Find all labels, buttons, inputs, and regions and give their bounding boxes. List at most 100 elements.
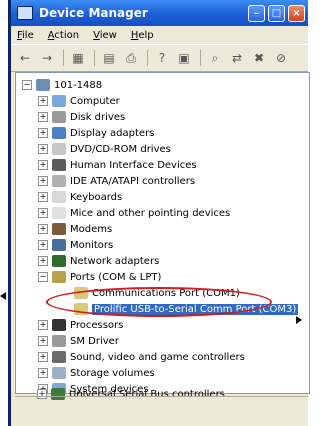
expand-icon[interactable]: +: [38, 240, 48, 250]
dvd-drive-icon: [52, 143, 66, 155]
expand-icon[interactable]: +: [38, 256, 48, 266]
keyboard-icon: [52, 191, 66, 203]
tree-child-selected[interactable]: Prolific USB-to-Serial Comm Port (COM3): [74, 301, 299, 317]
tree-node-label: Modems: [70, 223, 113, 235]
mouse-icon: [52, 207, 66, 219]
back-icon[interactable]: ←: [17, 50, 33, 66]
tree-node-label: Ports (COM & LPT): [70, 271, 162, 283]
expand-icon[interactable]: +: [38, 224, 48, 234]
toolbar-separator: [63, 50, 64, 66]
tree-node[interactable]: + Modems: [38, 221, 112, 237]
tree-node[interactable]: + Network adapters: [38, 253, 159, 269]
device-manager-window: Device Manager – □ × File Action View He…: [8, 0, 310, 426]
processor-icon: [52, 319, 66, 331]
storage-volume-icon: [52, 367, 66, 379]
tree-node[interactable]: + Sound, video and game controllers: [38, 349, 245, 365]
close-button[interactable]: ×: [288, 4, 305, 22]
expand-icon[interactable]: +: [38, 352, 48, 362]
monitor-icon: [52, 239, 66, 251]
tree-node-label: Network adapters: [70, 255, 160, 267]
help-icon[interactable]: ?: [154, 50, 170, 66]
tree-node-label: Monitors: [70, 239, 114, 251]
collapse-icon[interactable]: −: [22, 80, 32, 90]
expand-icon[interactable]: +: [38, 192, 48, 202]
tree-child-label: Communications Port (COM1): [92, 287, 240, 299]
tree-node-label: Mice and other pointing devices: [70, 207, 231, 219]
minimize-button[interactable]: –: [248, 4, 265, 22]
tree-child-label: Prolific USB-to-Serial Comm Port (COM3): [92, 303, 299, 315]
toolbar-separator: [94, 50, 95, 66]
properties-icon[interactable]: ▤: [101, 50, 117, 66]
disable-icon[interactable]: ⊘: [273, 50, 289, 66]
expand-icon[interactable]: +: [38, 208, 48, 218]
tree-node[interactable]: + Storage volumes: [38, 365, 155, 381]
ide-controller-icon: [52, 175, 66, 187]
tree-node[interactable]: + Human Interface Devices: [38, 157, 197, 173]
tree-node[interactable]: + Keyboards: [38, 189, 122, 205]
tree-node[interactable]: − Ports (COM & LPT): [38, 269, 161, 285]
tree-node-label: Human Interface Devices: [70, 159, 197, 171]
expand-icon[interactable]: +: [38, 128, 48, 138]
menu-action[interactable]: Action: [48, 30, 79, 41]
collapse-icon[interactable]: −: [38, 272, 48, 282]
hid-icon: [52, 159, 66, 171]
window-title: Device Manager: [39, 6, 148, 20]
tree-node[interactable]: + Monitors: [38, 237, 113, 253]
tree-node-label: SM Driver: [70, 335, 119, 347]
tree-root-label: 101-1488: [54, 79, 103, 91]
expand-icon[interactable]: +: [38, 336, 48, 346]
toolbar-separator: [200, 50, 201, 66]
pointer-arrow-right-icon: [296, 316, 302, 324]
uninstall-icon[interactable]: ✖: [251, 50, 267, 66]
menu-file[interactable]: File: [17, 30, 34, 41]
tree-node[interactable]: + Mice and other pointing devices: [38, 205, 230, 221]
tree-node[interactable]: + Computer: [38, 93, 120, 109]
status-bar: [15, 396, 308, 421]
disk-drive-icon: [52, 111, 66, 123]
toolbar: ← → ▦ ▤ ⎙ ? ▣ ⌕ ⇄ ✖ ⊘: [11, 44, 308, 72]
ports-icon: [52, 271, 66, 283]
expand-icon[interactable]: +: [38, 320, 48, 330]
modem-icon: [52, 223, 66, 235]
menu-view[interactable]: View: [93, 30, 117, 41]
sound-icon: [52, 351, 66, 363]
print-icon[interactable]: ⎙: [123, 50, 139, 66]
tree-node-label: Display adapters: [70, 127, 155, 139]
expand-icon[interactable]: +: [38, 176, 48, 186]
network-adapter-icon: [52, 255, 66, 267]
tree-node-label: Computer: [70, 95, 120, 107]
forward-icon[interactable]: →: [39, 50, 55, 66]
update-driver-icon[interactable]: ⇄: [229, 50, 245, 66]
tree-node[interactable]: + Disk drives: [38, 109, 125, 125]
maximize-button[interactable]: □: [268, 4, 285, 22]
tree-node-label: Sound, video and game controllers: [70, 351, 245, 363]
tree-node[interactable]: + IDE ATA/ATAPI controllers: [38, 173, 195, 189]
tree-child[interactable]: Communications Port (COM1): [74, 285, 240, 301]
view-icon[interactable]: ▦: [70, 50, 86, 66]
title-bar: Device Manager – □ ×: [11, 0, 308, 26]
tree-root[interactable]: − 101-1488: [22, 77, 102, 93]
expand-icon[interactable]: +: [38, 96, 48, 106]
computer-icon: [36, 79, 50, 91]
tree-node[interactable]: + SM Driver: [38, 333, 119, 349]
expand-icon[interactable]: +: [38, 144, 48, 154]
expand-icon[interactable]: +: [38, 160, 48, 170]
port-icon: [74, 303, 88, 315]
scan-icon[interactable]: ⌕: [207, 50, 223, 66]
tree-node[interactable]: + Display adapters: [38, 125, 154, 141]
tree-node-label: Keyboards: [70, 191, 123, 203]
tree-node[interactable]: + DVD/CD-ROM drives: [38, 141, 171, 157]
pointer-arrow-left-icon: [0, 292, 6, 300]
tree-node-label: Storage volumes: [70, 367, 155, 379]
tree-node-label: IDE ATA/ATAPI controllers: [70, 175, 196, 187]
device-manager-icon: [17, 6, 33, 20]
menu-help[interactable]: Help: [131, 30, 154, 41]
tree-node-label: Processors: [70, 319, 124, 331]
expand-icon[interactable]: +: [38, 112, 48, 122]
device-tree: − 101-1488 + Computer + Disk drives + Di…: [15, 72, 310, 395]
computer-icon: [52, 95, 66, 107]
toolbar-separator: [147, 50, 148, 66]
expand-icon[interactable]: +: [38, 368, 48, 378]
refresh-icon[interactable]: ▣: [176, 50, 192, 66]
tree-node[interactable]: + Processors: [38, 317, 123, 333]
